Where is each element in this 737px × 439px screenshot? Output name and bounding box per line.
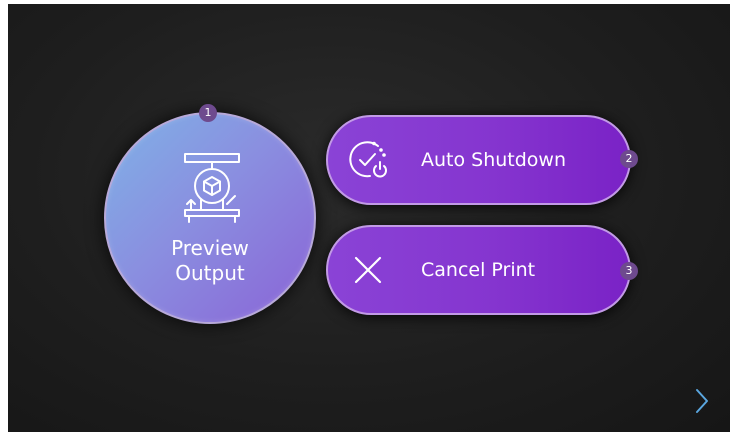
- cancel-print-button[interactable]: Cancel Print: [326, 225, 631, 315]
- printer-screen: Preview Output 1 Auto Shutdown 2 Cancel …: [8, 4, 730, 432]
- preview-output-label: Preview Output: [106, 236, 314, 286]
- chevron-right-icon[interactable]: [692, 386, 712, 416]
- auto-shutdown-label: Auto Shutdown: [421, 149, 567, 171]
- cancel-print-label: Cancel Print: [421, 259, 536, 281]
- timer-power-icon: [349, 141, 387, 178]
- step-badge-1: 1: [199, 104, 217, 122]
- close-icon: [354, 256, 382, 284]
- printer-preview-icon: [184, 153, 240, 223]
- preview-output-button[interactable]: Preview Output: [104, 112, 316, 324]
- step-badge-3: 3: [620, 262, 638, 280]
- preview-output-line2: Output: [175, 261, 245, 285]
- preview-output-line1: Preview: [171, 236, 249, 260]
- step-badge-2: 2: [620, 150, 638, 168]
- auto-shutdown-button[interactable]: Auto Shutdown: [326, 115, 631, 205]
